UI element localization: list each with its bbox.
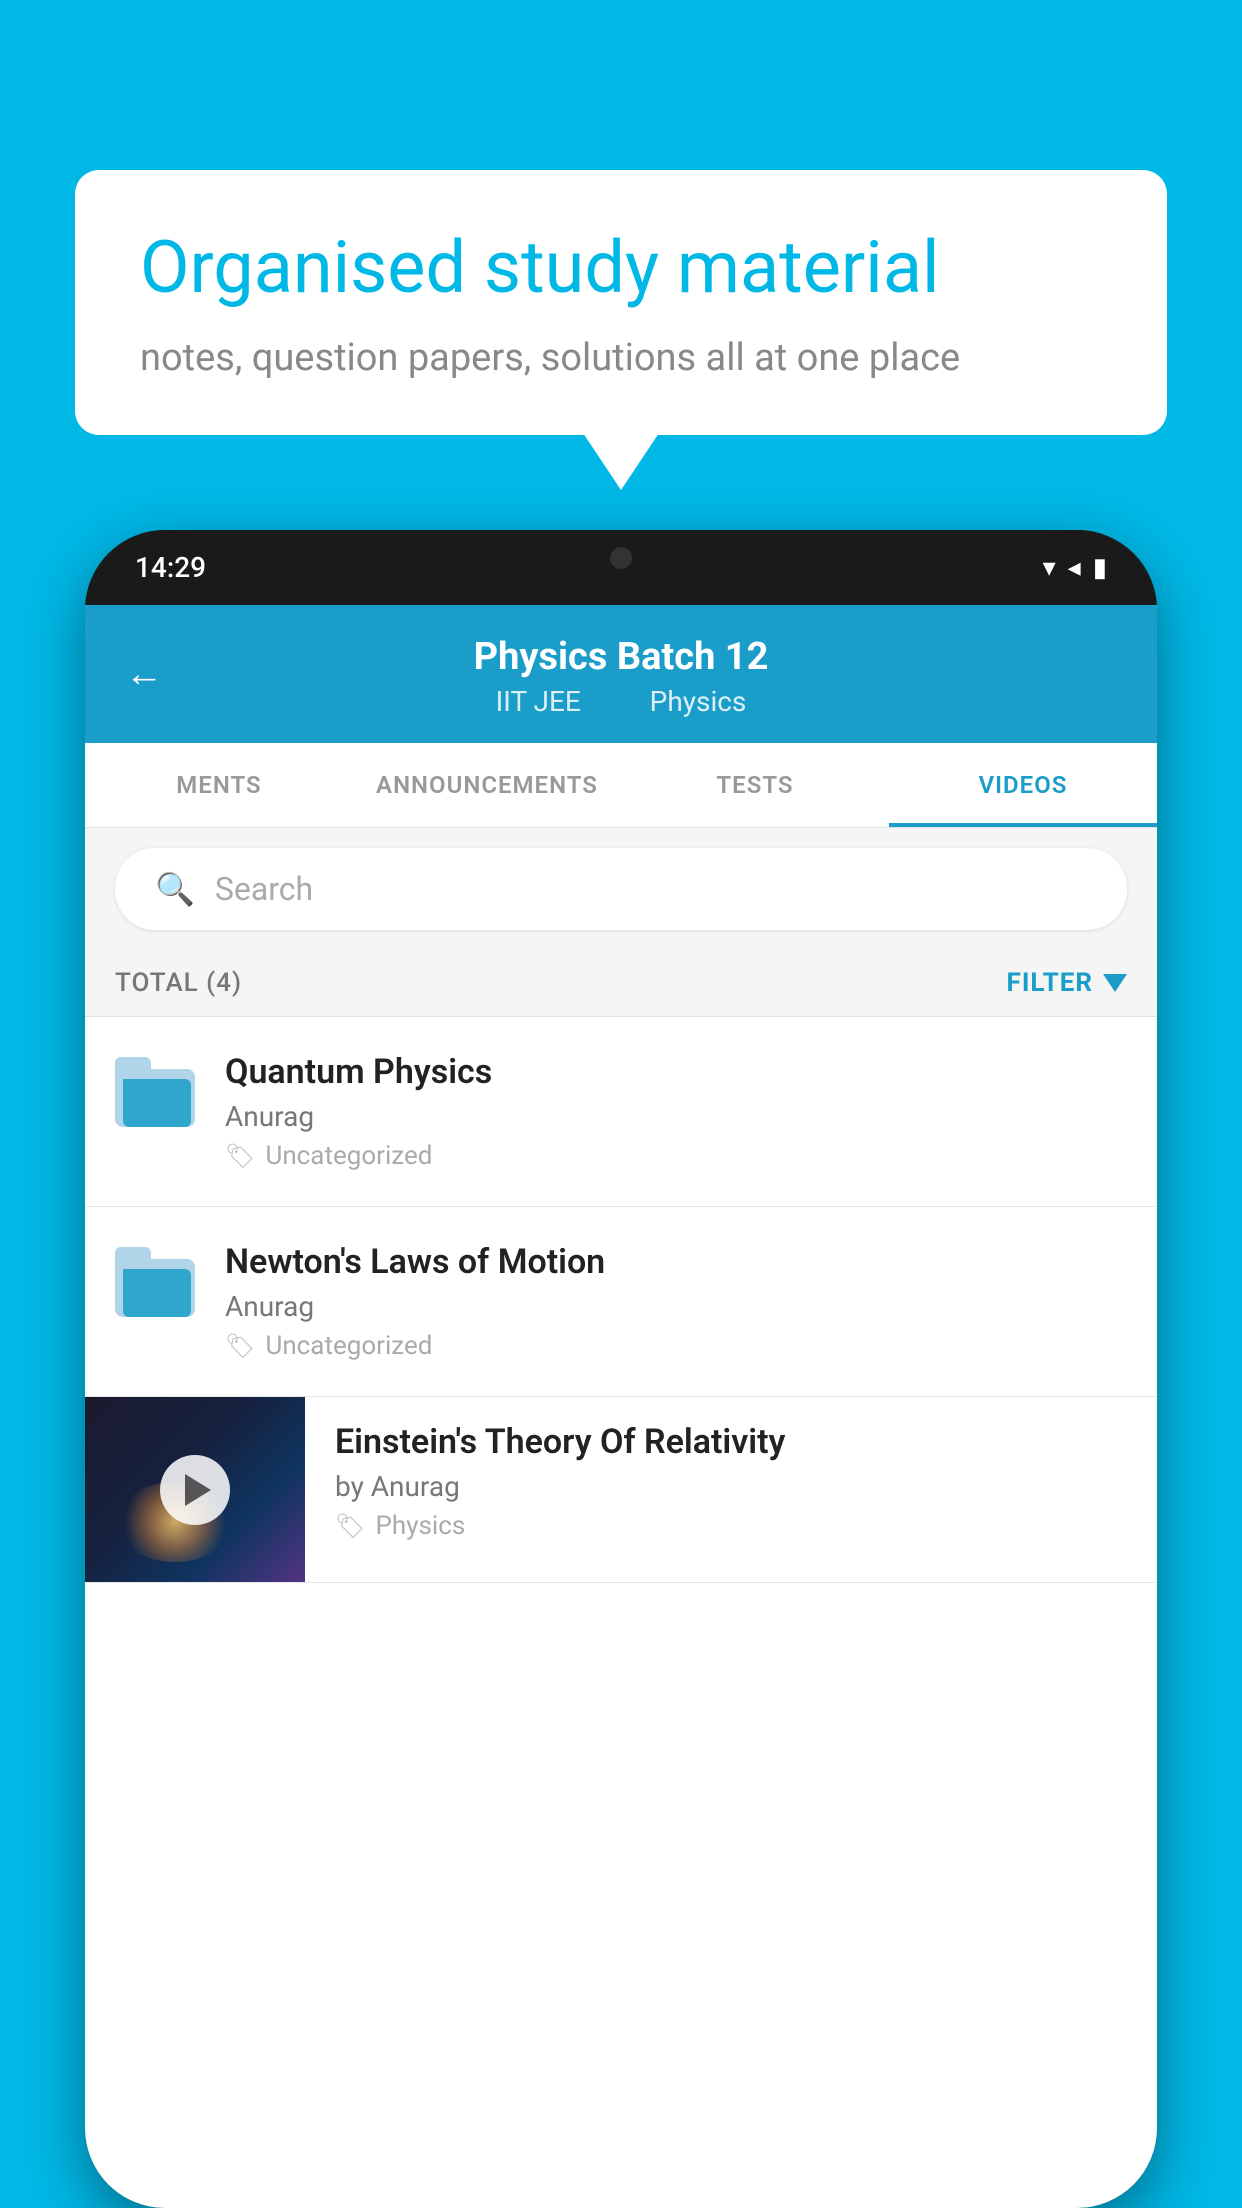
tag-icon: 🏷 [225, 1332, 255, 1360]
item-content: Quantum Physics Anurag 🏷 Uncategorized [225, 1052, 1127, 1171]
status-icons: ▾ ◂ ▮ [1043, 553, 1107, 583]
header-subtitle: IIT JEE Physics [125, 685, 1117, 718]
header-subtitle-sep [612, 685, 626, 718]
phone-notch [541, 530, 701, 585]
item-thumbnail [85, 1397, 305, 1582]
item-title: Newton's Laws of Motion [225, 1242, 1127, 1282]
item-title: Quantum Physics [225, 1052, 1127, 1092]
page-title: Physics Batch 12 [125, 635, 1117, 679]
folder-icon [115, 1247, 195, 1317]
item-tag: 🏷 Uncategorized [225, 1141, 1127, 1171]
item-tag: 🏷 Uncategorized [225, 1331, 1127, 1361]
item-title: Einstein's Theory Of Relativity [335, 1422, 1132, 1462]
tab-tests[interactable]: TESTS [621, 743, 889, 827]
filter-row: TOTAL (4) FILTER [85, 950, 1157, 1017]
filter-button[interactable]: FILTER [1007, 968, 1127, 998]
filter-label: FILTER [1007, 968, 1093, 998]
status-time: 14:29 [135, 551, 206, 584]
search-icon: 🔍 [155, 870, 195, 908]
phone-screen: ← Physics Batch 12 IIT JEE Physics MENTS… [85, 605, 1157, 2208]
header-subtitle-physics: Physics [650, 685, 747, 718]
list-item[interactable]: Einstein's Theory Of Relativity by Anura… [85, 1397, 1157, 1583]
search-input[interactable]: 🔍 Search [115, 848, 1127, 930]
play-icon [185, 1474, 211, 1506]
folder-icon [115, 1057, 195, 1127]
speech-bubble: Organised study material notes, question… [75, 170, 1167, 435]
tab-ments[interactable]: MENTS [85, 743, 353, 827]
camera [610, 547, 632, 569]
bubble-title: Organised study material [140, 225, 1102, 311]
item-content: Newton's Laws of Motion Anurag 🏷 Uncateg… [225, 1242, 1127, 1361]
list-item[interactable]: Newton's Laws of Motion Anurag 🏷 Uncateg… [85, 1207, 1157, 1397]
status-bar: 14:29 ▾ ◂ ▮ [85, 530, 1157, 605]
tag-label: Uncategorized [265, 1331, 432, 1361]
tag-icon: 🏷 [335, 1512, 365, 1540]
tag-icon: 🏷 [225, 1142, 255, 1170]
back-button[interactable]: ← [125, 652, 163, 696]
tab-videos[interactable]: VIDEOS [889, 743, 1157, 827]
bubble-subtitle: notes, question papers, solutions all at… [140, 336, 1102, 380]
item-author: Anurag [225, 1100, 1127, 1133]
wifi-icon: ▾ [1043, 553, 1056, 583]
item-author: Anurag [225, 1290, 1127, 1323]
total-count: TOTAL (4) [115, 968, 242, 998]
app-header: ← Physics Batch 12 IIT JEE Physics [85, 605, 1157, 743]
item-author: by Anurag [335, 1470, 1132, 1503]
filter-icon [1103, 974, 1127, 992]
search-bar-container: 🔍 Search [85, 828, 1157, 950]
tab-announcements[interactable]: ANNOUNCEMENTS [353, 743, 621, 827]
tag-label: Physics [375, 1511, 465, 1541]
tag-label: Uncategorized [265, 1141, 432, 1171]
battery-icon: ▮ [1093, 553, 1107, 583]
list-item[interactable]: Quantum Physics Anurag 🏷 Uncategorized [85, 1017, 1157, 1207]
header-subtitle-iitjee: IIT JEE [496, 685, 581, 718]
item-tag: 🏷 Physics [335, 1511, 1132, 1541]
search-placeholder: Search [215, 870, 313, 908]
phone-frame: 14:29 ▾ ◂ ▮ ← Physics Batch 12 IIT JEE P… [85, 530, 1157, 2208]
signal-icon: ◂ [1068, 553, 1081, 583]
tabs-bar: MENTS ANNOUNCEMENTS TESTS VIDEOS [85, 743, 1157, 828]
play-button[interactable] [160, 1455, 230, 1525]
item-content: Einstein's Theory Of Relativity by Anura… [335, 1397, 1157, 1561]
